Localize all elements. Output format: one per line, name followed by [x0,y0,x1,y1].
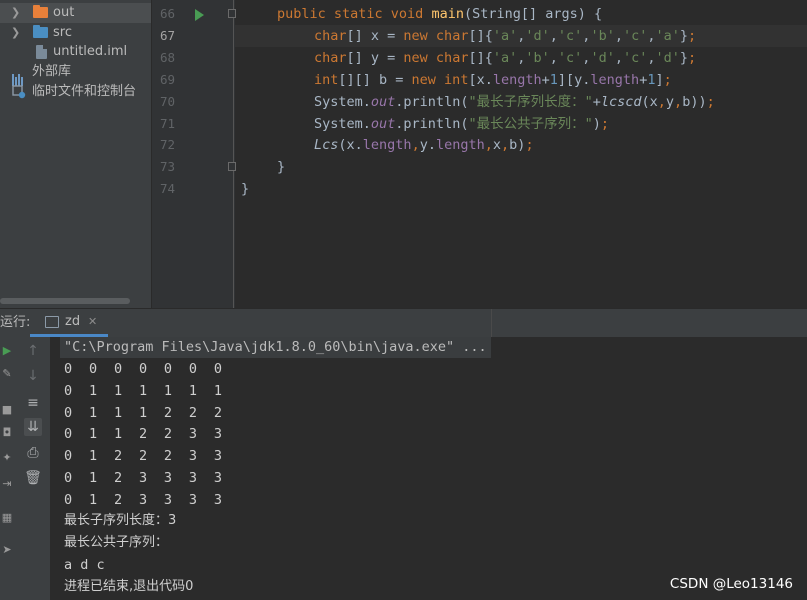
line-number: 68 [159,50,175,65]
gutter-row: 74 [151,178,235,200]
code-line[interactable]: public static void main(String[] args) { [235,3,807,25]
run-panel-title: 运行: [0,315,31,330]
command-line: "C:\Program Files\Java\jdk1.8.0_60\bin\j… [60,337,491,358]
code-text: } [277,159,286,175]
close-icon[interactable]: ✕ [88,309,97,334]
code-text: System.out.println("最长子序列长度："+lcscd(x,y,… [314,94,715,110]
soft-wrap-icon[interactable]: ≡ [24,394,42,412]
tree-item-label: 外部库 [32,64,72,79]
gutter-row: 67 [151,25,263,47]
tree-item-label: untitled.iml [53,44,128,59]
matrix-row: 0 1 2 3 3 3 3 [64,492,223,508]
pin-tab-icon[interactable]: ➤ [0,543,14,557]
code-line[interactable]: int[][] b = new int[x.length+1][y.length… [235,69,807,91]
horizontal-scrollbar[interactable] [0,298,130,304]
output-line: 最长子序列长度：3 [64,513,177,528]
run-panel-header: 运行: zd ✕ [0,308,807,338]
code-text: int[][] b = new int[x.length+1][y.length… [314,72,672,88]
code-text: System.out.println("最长公共子序列："); [314,116,609,132]
code-line[interactable]: } [235,156,807,178]
run-left-strip: ▶ ✎ ■ ◘ ✦ ⇥ ▦ ➤ [0,337,18,600]
run-tab-zd[interactable]: zd ✕ [30,309,108,337]
tree-item-label: out [53,5,75,20]
console-output[interactable]: "C:\Program Files\Java\jdk1.8.0_60\bin\j… [50,337,807,600]
line-number: 73 [159,159,175,174]
rerun-icon[interactable]: ▶ [0,344,14,358]
pin-icon[interactable]: ✦ [0,451,14,465]
run-tab-label: zd [65,314,81,329]
iml-file-icon [36,45,47,59]
output-line: 进程已结束,退出代码0 [64,579,194,594]
chevron-right-icon[interactable]: ❯ [11,23,20,43]
output-line: 最长公共子序列： [64,535,169,550]
tree-item-label: 临时文件和控制台 [32,84,137,99]
camera-icon[interactable]: ◘ [0,426,14,440]
project-tree-panel: ❯ out ❯ src untitled.iml 外部库 临时文件和控制台 [0,0,151,308]
line-number: 69 [159,72,175,87]
print-icon[interactable]: ⎙ [24,444,42,462]
gutter-row: 73 [151,156,236,178]
line-number: 66 [159,6,175,21]
matrix-row: 0 1 1 2 2 3 3 [64,426,223,442]
gutter-row: 71 [151,113,235,135]
code-line-current[interactable]: char[] x = new char[]{'a','d','c','b','c… [235,25,807,47]
matrix-row: 0 1 2 2 2 3 3 [64,448,223,464]
line-number: 74 [159,181,175,196]
matrix-row: 0 1 2 3 3 3 3 [64,470,223,486]
code-line[interactable]: System.out.println("最长子序列长度："+lcscd(x,y,… [235,91,807,113]
watermark: CSDN @Leo13146 [669,576,793,592]
matrix-row: 0 0 0 0 0 0 0 [64,361,223,377]
code-text: char[] x = new char[]{'a','d','c','b','c… [314,28,697,44]
exit-icon[interactable]: ⇥ [0,477,14,491]
chevron-right-icon[interactable]: ❯ [11,3,20,23]
trash-icon[interactable]: 🗑 [24,469,42,487]
code-text: public static void main(String[] args) { [277,6,603,22]
scratch-icon [12,85,26,99]
line-number: 67 [159,28,175,43]
tree-item-out[interactable]: ❯ out [0,3,151,23]
code-line[interactable]: char[] y = new char[]{'a','b','c','d','c… [235,47,807,69]
folder-icon [33,5,48,18]
line-number: 70 [159,94,175,109]
layout-icon[interactable]: ▦ [0,511,14,525]
console-icon [45,316,59,328]
header-divider [491,309,492,337]
output-line: a d c [64,557,105,573]
code-text: Lcs(x.length,y.length,x,b); [314,137,534,153]
gutter-row: 68 [151,47,235,69]
library-icon [12,66,28,86]
arrow-down-icon[interactable]: ↓ [24,367,42,385]
stop-icon[interactable]: ■ [0,403,14,417]
scroll-to-end-icon[interactable]: ⇊ [24,418,42,436]
code-line[interactable]: } [235,178,807,200]
gutter-row: 70 [151,91,235,113]
code-text: char[] y = new char[]{'a','b','c','d','c… [314,50,697,66]
line-number: 72 [159,137,175,152]
run-gutter-icon[interactable] [195,9,204,21]
code-text: } [241,181,250,197]
code-line[interactable]: System.out.println("最长公共子序列："); [235,113,807,135]
gutter-row: 66 [151,3,236,25]
console-toolbar: ↑ ↓ ≡ ⇊ ⎙ 🗑 [17,337,51,600]
tree-item-label: src [53,25,72,40]
gutter-row: 69 [151,69,235,91]
folder-icon [33,25,48,38]
matrix-row: 0 1 1 1 2 2 2 [64,405,223,421]
wrench-icon[interactable]: ✎ [0,367,14,381]
line-number: 71 [159,116,175,131]
matrix-row: 0 1 1 1 1 1 1 [64,383,223,399]
gutter-row: 72 [151,134,235,156]
arrow-up-icon[interactable]: ↑ [24,342,42,360]
code-line[interactable]: Lcs(x.length,y.length,x,b); [235,134,807,156]
